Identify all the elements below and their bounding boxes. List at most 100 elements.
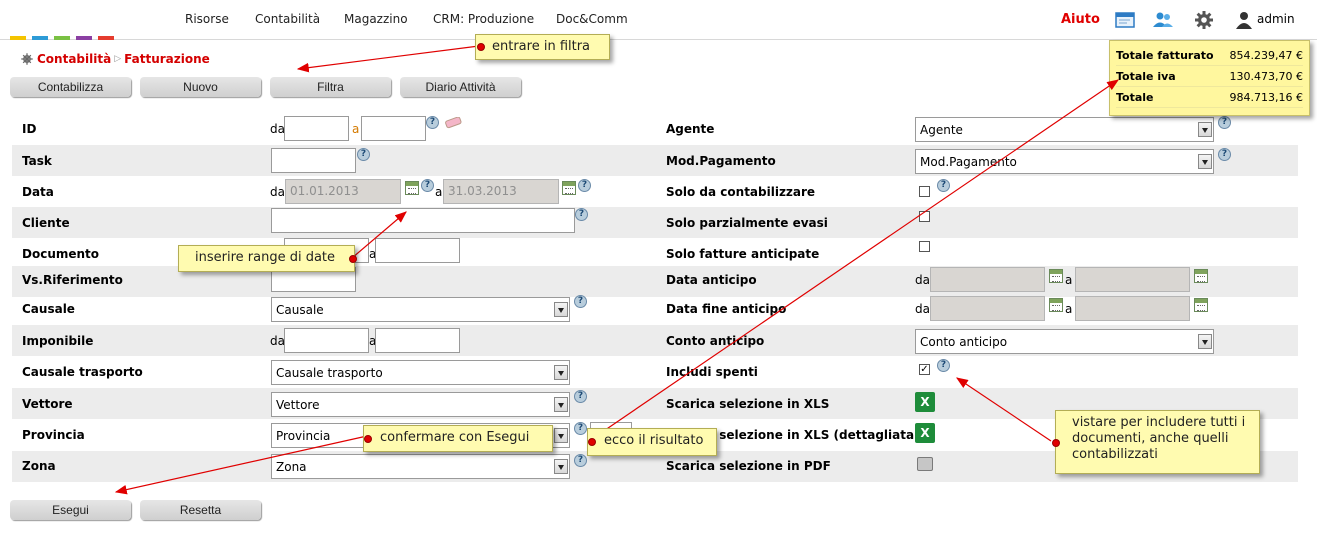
help-icon[interactable]: ? bbox=[574, 295, 587, 308]
conto-anticipo-select-value: Conto anticipo bbox=[920, 335, 1008, 349]
help-icon[interactable]: ? bbox=[1218, 116, 1231, 129]
chevron-down-icon bbox=[1198, 154, 1212, 169]
solo-contabilizzare-checkbox[interactable] bbox=[919, 186, 930, 197]
row-causale-trasporto: Causale trasporto Causale trasporto Incl… bbox=[12, 356, 1298, 387]
data-fine-anticipo-from-input[interactable] bbox=[930, 296, 1045, 321]
diario-attivita-button[interactable]: Diario Attività bbox=[400, 77, 521, 97]
esegui-button[interactable]: Esegui bbox=[10, 500, 131, 520]
users-icon[interactable] bbox=[1152, 10, 1174, 30]
window-icon[interactable] bbox=[1114, 10, 1136, 30]
totals-row-value: 984.713,16 € bbox=[1229, 90, 1303, 104]
calendar-icon[interactable] bbox=[1194, 298, 1208, 312]
totals-row-value: 130.473,70 € bbox=[1229, 69, 1303, 83]
excel-icon[interactable]: X bbox=[915, 423, 935, 443]
contabilizza-button[interactable]: Contabilizza bbox=[10, 77, 131, 97]
callout-risultato-text: ecco il risultato bbox=[604, 433, 704, 448]
includi-spenti-checkbox[interactable]: ✓ bbox=[919, 364, 930, 375]
menu-doc-comm[interactable]: Doc&Comm bbox=[556, 12, 628, 26]
imponibile-to-input[interactable] bbox=[375, 328, 460, 353]
solo-anticipate-checkbox[interactable] bbox=[919, 241, 930, 252]
calendar-icon[interactable] bbox=[405, 181, 419, 195]
eraser-icon[interactable] bbox=[442, 117, 464, 131]
help-icon[interactable]: ? bbox=[1218, 148, 1231, 161]
help-icon[interactable]: ? bbox=[574, 422, 587, 435]
solo-anticipate-label: Solo fatture anticipate bbox=[666, 247, 820, 261]
row-task: Task ? Mod.Pagamento Mod.Pagamento ? bbox=[12, 145, 1298, 176]
id-to-input[interactable] bbox=[361, 116, 426, 141]
totals-row: Totale iva 130.473,70 € bbox=[1116, 66, 1303, 87]
help-icon[interactable]: ? bbox=[575, 208, 588, 221]
data-fine-anticipo-to-input[interactable] bbox=[1075, 296, 1190, 321]
row-imponibile: Imponibile da a Conto anticipo Conto ant… bbox=[12, 325, 1298, 356]
chevron-down-icon bbox=[554, 365, 568, 380]
zona-select[interactable]: Zona bbox=[271, 454, 570, 479]
causale-select[interactable]: Causale bbox=[271, 297, 570, 322]
filtra-button[interactable]: Filtra bbox=[270, 77, 391, 97]
menu-crm-produzione[interactable]: CRM: Produzione bbox=[433, 12, 534, 26]
help-icon[interactable]: ? bbox=[574, 390, 587, 403]
causale-trasporto-select[interactable]: Causale trasporto bbox=[271, 360, 570, 385]
calendar-icon[interactable] bbox=[1049, 298, 1063, 312]
breadcrumb-page: Fatturazione bbox=[124, 52, 210, 66]
printer-icon[interactable] bbox=[917, 457, 933, 471]
data-to-input[interactable]: 31.03.2013 bbox=[443, 179, 559, 204]
calendar-icon[interactable] bbox=[1194, 269, 1208, 283]
user-icon[interactable] bbox=[1233, 10, 1255, 30]
data-fine-anticipo-label: Data fine anticipo bbox=[666, 302, 787, 316]
task-label: Task bbox=[22, 154, 52, 168]
calendar-icon[interactable] bbox=[1049, 269, 1063, 283]
callout-dot bbox=[349, 255, 357, 263]
excel-icon[interactable]: X bbox=[915, 392, 935, 412]
chevron-down-icon bbox=[554, 459, 568, 474]
help-icon[interactable]: ? bbox=[937, 359, 950, 372]
breadcrumb-separator-icon: ▷ bbox=[114, 54, 122, 64]
data-anticipo-to-input[interactable] bbox=[1075, 267, 1190, 292]
row-cliente: Cliente ? Solo parzialmente evasi bbox=[12, 207, 1298, 238]
brand-color-green bbox=[54, 36, 70, 40]
scarica-pdf-label: Scarica selezione in PDF bbox=[666, 459, 831, 473]
calendar-icon[interactable] bbox=[562, 181, 576, 195]
agente-select[interactable]: Agente bbox=[915, 117, 1214, 142]
id-from-input[interactable] bbox=[284, 116, 349, 141]
solo-parziali-label: Solo parzialmente evasi bbox=[666, 216, 828, 230]
nuovo-button[interactable]: Nuovo bbox=[140, 77, 261, 97]
causale-trasporto-label: Causale trasporto bbox=[22, 365, 143, 379]
causale-label: Causale bbox=[22, 302, 75, 316]
help-icon[interactable]: ? bbox=[421, 179, 434, 192]
menu-magazzino[interactable]: Magazzino bbox=[344, 12, 408, 26]
documento-to-input[interactable] bbox=[375, 238, 460, 263]
totals-row-value: 854.239,47 € bbox=[1229, 48, 1303, 62]
brand-color-strip bbox=[10, 36, 114, 40]
help-icon[interactable]: ? bbox=[426, 116, 439, 129]
menu-contabilita[interactable]: Contabilità bbox=[255, 12, 320, 26]
data-anticipo-from-input[interactable] bbox=[930, 267, 1045, 292]
help-icon[interactable]: ? bbox=[578, 179, 591, 192]
solo-parziali-checkbox[interactable] bbox=[919, 211, 930, 222]
data-to-label: a bbox=[435, 185, 443, 199]
includi-spenti-label: Includi spenti bbox=[666, 365, 758, 379]
vettore-select[interactable]: Vettore bbox=[271, 392, 570, 417]
data-from-input[interactable]: 01.01.2013 bbox=[285, 179, 401, 204]
callout-spenti: vistare per includere tutti i documenti,… bbox=[1052, 410, 1260, 474]
totals-row-label: Totale fatturato bbox=[1116, 48, 1214, 62]
totals-box: Totale fatturato 854.239,47 € Totale iva… bbox=[1109, 40, 1310, 116]
conto-anticipo-select[interactable]: Conto anticipo bbox=[915, 329, 1214, 354]
breadcrumb-section[interactable]: Contabilità bbox=[37, 52, 111, 66]
user-name[interactable]: admin bbox=[1257, 12, 1295, 26]
gear-icon[interactable] bbox=[1193, 10, 1215, 30]
cliente-input[interactable] bbox=[271, 208, 575, 233]
resetta-button[interactable]: Resetta bbox=[140, 500, 261, 520]
help-icon[interactable]: ? bbox=[357, 148, 370, 161]
totals-row-label: Totale bbox=[1116, 90, 1154, 104]
help-icon[interactable]: ? bbox=[937, 179, 950, 192]
menu-risorse[interactable]: Risorse bbox=[185, 12, 229, 26]
help-icon[interactable]: ? bbox=[574, 454, 587, 467]
imponibile-from-input[interactable] bbox=[284, 328, 369, 353]
task-input[interactable] bbox=[271, 148, 356, 173]
causale-trasporto-select-value: Causale trasporto bbox=[276, 366, 383, 380]
callout-dot bbox=[477, 43, 485, 51]
chevron-down-icon bbox=[554, 428, 568, 443]
help-link[interactable]: Aiuto bbox=[1061, 12, 1100, 27]
totals-row: Totale fatturato 854.239,47 € bbox=[1116, 45, 1303, 66]
mod-pagamento-select[interactable]: Mod.Pagamento bbox=[915, 149, 1214, 174]
